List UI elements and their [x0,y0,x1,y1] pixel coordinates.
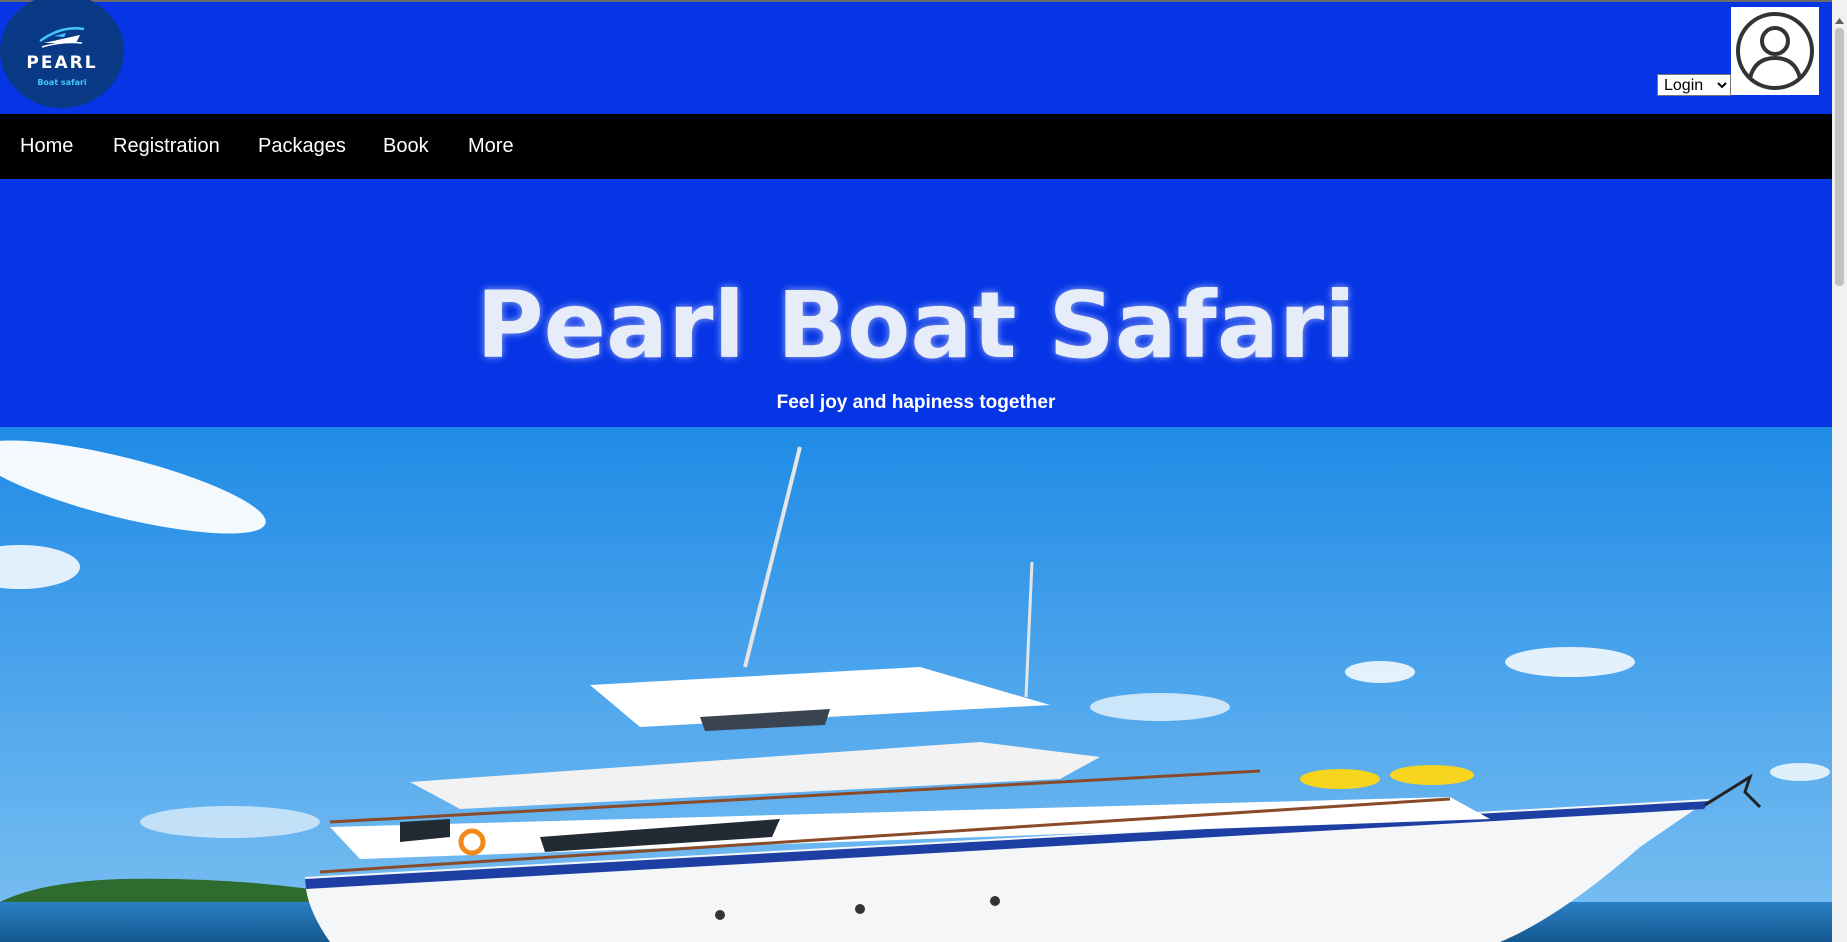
top-header: PEARL Boat safari Login [0,0,1832,114]
main-nav: Home Registration Packages Book More [0,114,1832,179]
user-avatar-icon [1736,12,1814,90]
vertical-scrollbar[interactable] [1832,0,1847,942]
scrollbar-thumb[interactable] [1835,28,1844,286]
logo-brand-text: PEARL [26,53,98,73]
site-logo[interactable]: PEARL Boat safari [0,0,124,108]
login-dropdown[interactable]: Login [1657,74,1731,96]
logo-tagline-text: Boat safari [37,78,87,87]
hero-title: Pearl Boat Safari [476,272,1356,379]
nav-book[interactable]: Book [383,135,429,158]
scroll-up-icon[interactable] [1832,14,1847,28]
yacht-at-sea-photo [0,427,1832,942]
nav-packages[interactable]: Packages [258,135,346,158]
nav-registration[interactable]: Registration [113,135,220,158]
hero-banner: Pearl Boat Safari Feel joy and hapiness … [0,179,1832,427]
hero-boat-image [0,427,1832,942]
nav-more[interactable]: More [468,135,514,158]
nav-home[interactable]: Home [20,135,73,158]
hero-subtitle: Feel joy and hapiness together [776,392,1056,413]
user-avatar-button[interactable] [1731,7,1819,95]
boat-logo-icon [39,27,85,48]
